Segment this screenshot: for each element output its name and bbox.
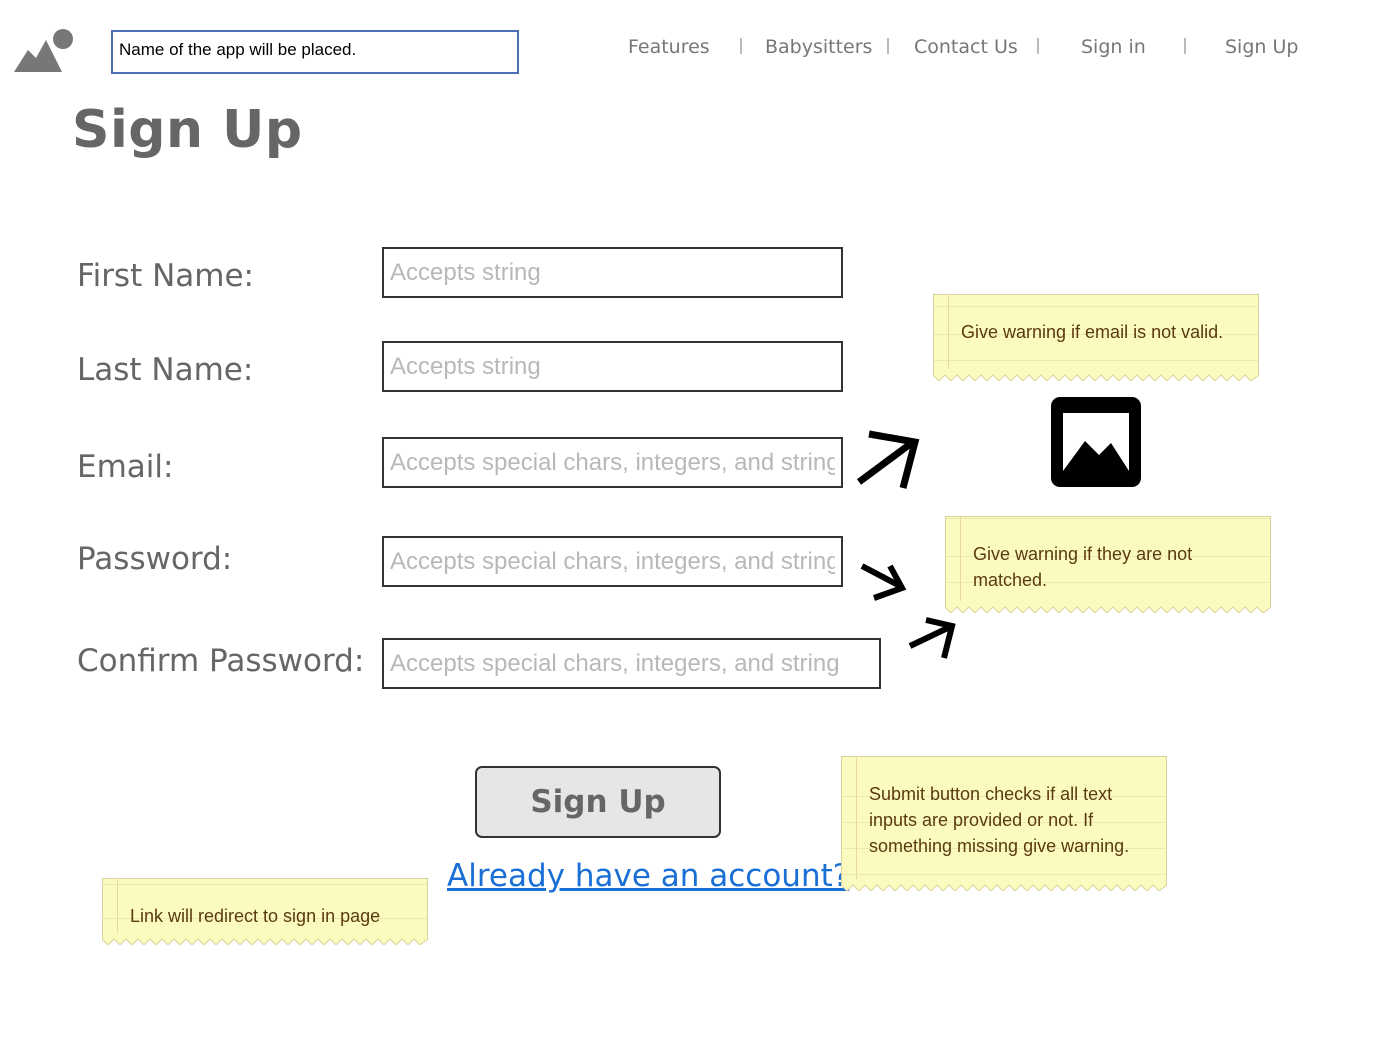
nav-contact-us[interactable]: Contact Us (914, 36, 1018, 58)
first-name-input[interactable] (382, 247, 843, 298)
password-input[interactable] (382, 536, 843, 587)
note-torn-edge (841, 884, 1167, 891)
note-text: Give warning if email is not valid. (961, 322, 1224, 342)
note-torn-edge (945, 606, 1271, 613)
arrow-icon (908, 617, 956, 659)
nav-separator (1184, 38, 1186, 54)
nav-separator (740, 38, 742, 54)
nav-babysitters[interactable]: Babysitters (765, 36, 872, 58)
already-have-account-link[interactable]: Already have an account? (447, 858, 849, 894)
nav-separator (1037, 38, 1039, 54)
nav-features[interactable]: Features (628, 36, 710, 58)
image-icon (1051, 397, 1141, 487)
last-name-input[interactable] (382, 341, 843, 392)
confirm-password-input[interactable] (382, 638, 881, 689)
link-redirect-note: Link will redirect to sign in page (102, 878, 428, 945)
arrow-icon (856, 430, 920, 489)
first-name-label: First Name: (77, 258, 254, 294)
password-match-note: Give warning if they are not matched. (945, 516, 1271, 613)
confirm-password-label: Confirm Password: (77, 643, 365, 679)
page-title: Sign Up (72, 100, 303, 160)
last-name-label: Last Name: (77, 352, 254, 388)
note-text: Give warning if they are not matched. (973, 544, 1193, 590)
submit-validation-note: Submit button checks if all text inputs … (841, 756, 1167, 891)
sign-up-button[interactable]: Sign Up (475, 766, 721, 838)
nav-sign-up[interactable]: Sign Up (1225, 36, 1298, 58)
note-torn-edge (102, 938, 428, 945)
nav-sign-in[interactable]: Sign in (1081, 36, 1146, 58)
email-input[interactable] (382, 437, 843, 488)
nav-separator (887, 38, 889, 54)
arrow-icon (860, 563, 907, 601)
logo-icon (14, 29, 73, 72)
app-name-placeholder: Name of the app will be placed. (111, 30, 519, 74)
email-validation-note: Give warning if email is not valid. (933, 294, 1259, 381)
password-label: Password: (77, 541, 233, 577)
email-label: Email: (77, 449, 174, 485)
note-torn-edge (933, 374, 1259, 381)
note-text: Link will redirect to sign in page (130, 906, 381, 926)
note-text: Submit button checks if all text inputs … (869, 784, 1130, 856)
